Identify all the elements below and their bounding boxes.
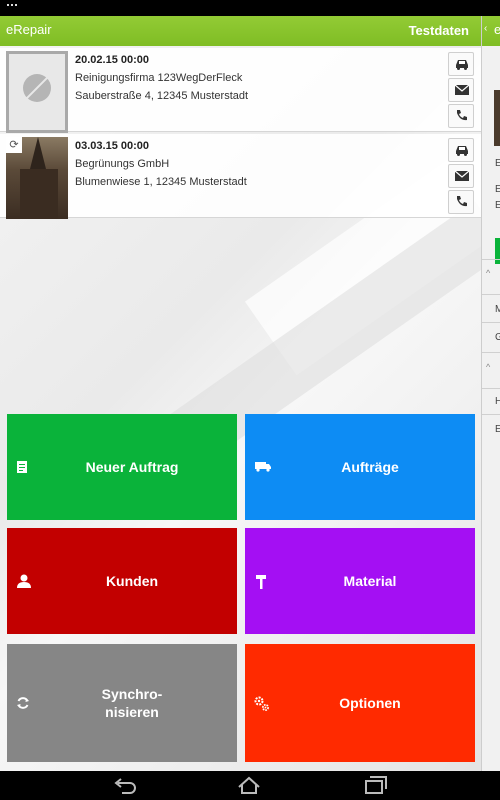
car-button[interactable] xyxy=(448,52,474,76)
app-title: eRepair xyxy=(6,22,52,37)
customer-name: Reinigungsfirma 123WegDerFleck xyxy=(75,72,243,84)
phone-icon xyxy=(457,196,467,207)
sync-tile[interactable]: Synchro- nisieren xyxy=(7,644,237,762)
side-photo xyxy=(494,90,500,146)
main-panel: eRepair Testdaten 20.02.15 00:00 Reinigu… xyxy=(0,16,481,771)
detail-side-panel[interactable]: ‹ e E E E ^ M G ^ H E xyxy=(481,16,500,771)
side-text: E xyxy=(495,200,500,211)
order-date: 20.02.15 00:00 xyxy=(75,54,150,66)
list-item[interactable]: 20.02.15 00:00 Reinigungsfirma 123WegDer… xyxy=(0,48,481,133)
no-image-icon xyxy=(6,51,68,133)
car-icon xyxy=(456,146,468,156)
testdaten-button[interactable]: Testdaten xyxy=(409,23,469,38)
tile-label: Material xyxy=(343,573,397,589)
customers-tile[interactable]: Kunden xyxy=(7,528,237,634)
customer-address: Sauberstraße 4, 12345 Musterstadt xyxy=(75,90,249,102)
side-green-button[interactable] xyxy=(495,238,500,264)
phone-button[interactable] xyxy=(448,190,474,214)
new-order-tile[interactable]: Neuer Auftrag xyxy=(7,414,237,520)
navigation-bar xyxy=(0,771,500,800)
mail-button[interactable] xyxy=(448,78,474,102)
home-icon[interactable] xyxy=(236,775,262,795)
customer-address: Blumenwiese 1, 12345 Musterstadt xyxy=(75,176,247,188)
sync-icon: ⟳ xyxy=(6,137,22,153)
tile-label: Optionen xyxy=(339,695,401,711)
phone-button[interactable] xyxy=(448,104,474,128)
order-date: 03.03.15 00:00 xyxy=(75,140,150,152)
tile-label: Synchro- nisieren xyxy=(101,686,163,720)
options-tile[interactable]: Optionen xyxy=(245,644,475,762)
phone-icon xyxy=(457,110,467,121)
side-text: H xyxy=(495,396,500,407)
car-button[interactable] xyxy=(448,138,474,162)
chevron-up-icon[interactable]: ^ xyxy=(486,362,490,372)
chevron-left-icon: ‹ xyxy=(484,23,488,34)
customer-name: Begrünungs GmbH xyxy=(75,158,170,170)
side-text: M xyxy=(495,304,500,315)
tile-label: Neuer Auftrag xyxy=(85,459,179,475)
recent-apps-icon[interactable] xyxy=(362,775,388,795)
material-tile[interactable]: Material xyxy=(245,528,475,634)
list-item[interactable]: ⟳ 03.03.15 00:00 Begrünungs GmbH Blumenw… xyxy=(0,134,481,219)
side-text: E xyxy=(495,424,500,435)
status-bar xyxy=(0,0,500,16)
tile-label: Kunden xyxy=(105,573,159,589)
back-icon[interactable] xyxy=(112,775,138,795)
envelope-icon xyxy=(454,170,470,181)
car-icon xyxy=(456,60,468,70)
side-panel-title: e xyxy=(494,22,500,37)
tile-label: Aufträge xyxy=(341,459,399,475)
side-panel-bar[interactable]: ‹ e xyxy=(482,16,500,46)
chevron-up-icon[interactable]: ^ xyxy=(486,268,490,278)
orders-tile[interactable]: Aufträge xyxy=(245,414,475,520)
side-text: E xyxy=(495,158,500,169)
side-text: G xyxy=(495,332,500,343)
app-bar: eRepair Testdaten xyxy=(0,16,481,46)
side-text: E xyxy=(495,184,500,195)
envelope-icon xyxy=(454,84,470,95)
mail-button[interactable] xyxy=(448,164,474,188)
church-photo: ⟳ xyxy=(6,137,68,219)
